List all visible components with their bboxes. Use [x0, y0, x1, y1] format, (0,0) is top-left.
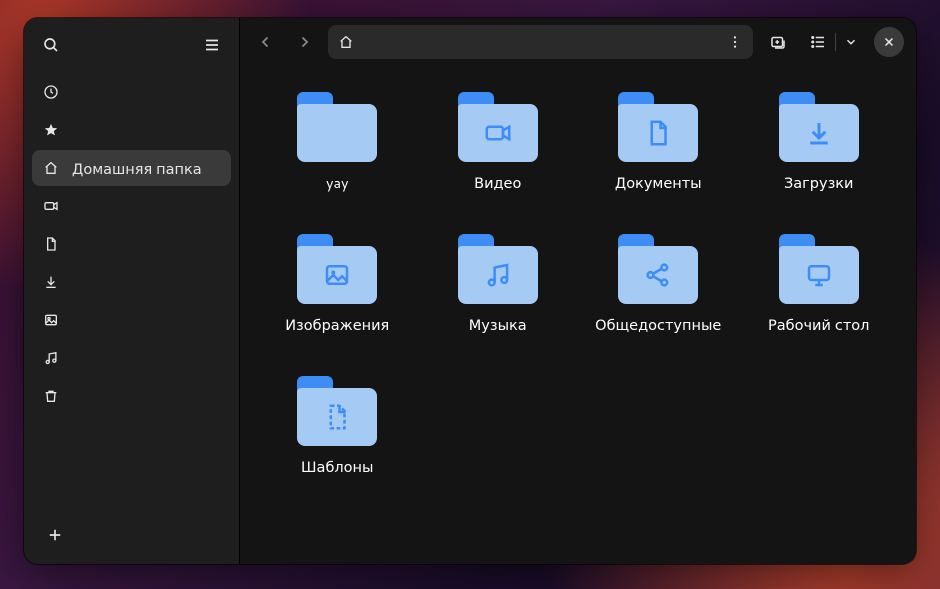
folder-label: Общедоступные — [595, 314, 721, 335]
list-icon — [809, 33, 827, 51]
folder-icon — [618, 234, 698, 304]
folder-icon — [779, 92, 859, 162]
folder-icon — [297, 92, 377, 162]
folder-label: Рабочий стол — [768, 314, 869, 335]
folder-emblem-desktop-icon — [804, 260, 834, 290]
path-home-segment[interactable] — [338, 34, 354, 50]
folder-icon — [297, 234, 377, 304]
path-menu-button[interactable] — [723, 30, 747, 54]
folder-item[interactable]: yay — [262, 92, 412, 228]
star-icon — [42, 121, 60, 139]
folder-item[interactable]: Рабочий стол — [744, 234, 894, 370]
sidebar-item-starred[interactable] — [32, 112, 231, 148]
add-location-button[interactable] — [40, 520, 70, 550]
files-window: Домашняя папка — [24, 18, 916, 564]
sidebar-menu-button[interactable] — [197, 30, 227, 60]
music-icon — [42, 349, 60, 367]
chevron-left-icon — [257, 33, 275, 51]
view-dropdown-button[interactable] — [838, 27, 864, 57]
folder-icon — [779, 234, 859, 304]
header-bar — [240, 18, 916, 66]
home-icon — [338, 34, 354, 50]
new-tab-icon — [769, 33, 787, 51]
search-button[interactable] — [36, 30, 66, 60]
sidebar-item-home[interactable]: Домашняя папка — [32, 150, 231, 186]
folder-icon — [618, 92, 698, 162]
sidebar-item-music[interactable] — [32, 340, 231, 376]
folder-item[interactable]: Загрузки — [744, 92, 894, 228]
folder-emblem-none-icon — [322, 118, 352, 148]
sidebar-item-recent[interactable] — [32, 74, 231, 110]
folder-label: Загрузки — [784, 172, 853, 193]
sidebar-item-pictures[interactable] — [32, 302, 231, 338]
view-mode-split-button — [803, 27, 864, 57]
sidebar-header — [24, 24, 239, 70]
folder-icon — [458, 234, 538, 304]
view-list-button[interactable] — [803, 27, 833, 57]
sidebar-places: Домашняя папка — [24, 70, 239, 418]
folder-icon — [297, 376, 377, 446]
sidebar-item-label: Домашняя папка — [72, 158, 202, 179]
forward-button[interactable] — [290, 28, 318, 56]
folder-item[interactable]: Изображения — [262, 234, 412, 370]
folder-item[interactable]: Шаблоны — [262, 376, 412, 512]
folder-label: Видео — [474, 172, 521, 193]
chevron-down-icon — [844, 35, 858, 49]
chevron-right-icon — [295, 33, 313, 51]
folder-emblem-picture-icon — [322, 260, 352, 290]
search-icon — [42, 36, 60, 54]
sidebar-item-trash[interactable] — [32, 378, 231, 414]
folder-label: Документы — [615, 172, 702, 193]
sidebar-item-downloads[interactable] — [32, 264, 231, 300]
folder-label: Изображения — [285, 314, 389, 335]
folder-item[interactable]: Музыка — [423, 234, 573, 370]
folder-label: yay — [326, 172, 349, 193]
main-pane: yay Видео Документы Загрузки Изображения Музы… — [240, 18, 916, 564]
folder-emblem-music-icon — [483, 260, 513, 290]
clock-icon — [42, 83, 60, 101]
folder-emblem-video-icon — [483, 118, 513, 148]
sidebar-item-videos[interactable] — [32, 188, 231, 224]
folder-icon — [458, 92, 538, 162]
folder-emblem-share-icon — [643, 260, 673, 290]
file-grid[interactable]: yay Видео Документы Загрузки Изображения Музы… — [240, 66, 916, 564]
video-icon — [42, 197, 60, 215]
close-window-button[interactable] — [874, 27, 904, 57]
back-button[interactable] — [252, 28, 280, 56]
kebab-icon — [727, 34, 743, 50]
folder-label: Музыка — [469, 314, 527, 335]
sidebar: Домашняя папка — [24, 18, 240, 564]
plus-icon — [46, 526, 64, 544]
folder-label: Шаблоны — [301, 456, 373, 477]
home-icon — [42, 159, 60, 177]
picture-icon — [42, 311, 60, 329]
folder-emblem-download-icon — [804, 118, 834, 148]
path-bar[interactable] — [328, 25, 753, 59]
download-icon — [42, 273, 60, 291]
trash-icon — [42, 387, 60, 405]
folder-item[interactable]: Видео — [423, 92, 573, 228]
document-icon — [42, 235, 60, 253]
divider — [835, 33, 836, 51]
close-icon — [882, 35, 896, 49]
hamburger-icon — [203, 36, 221, 54]
folder-item[interactable]: Документы — [583, 92, 733, 228]
folder-item[interactable]: Общедоступные — [583, 234, 733, 370]
sidebar-item-documents[interactable] — [32, 226, 231, 262]
new-tab-button[interactable] — [763, 27, 793, 57]
folder-emblem-document-icon — [643, 118, 673, 148]
folder-emblem-template-icon — [322, 402, 352, 432]
